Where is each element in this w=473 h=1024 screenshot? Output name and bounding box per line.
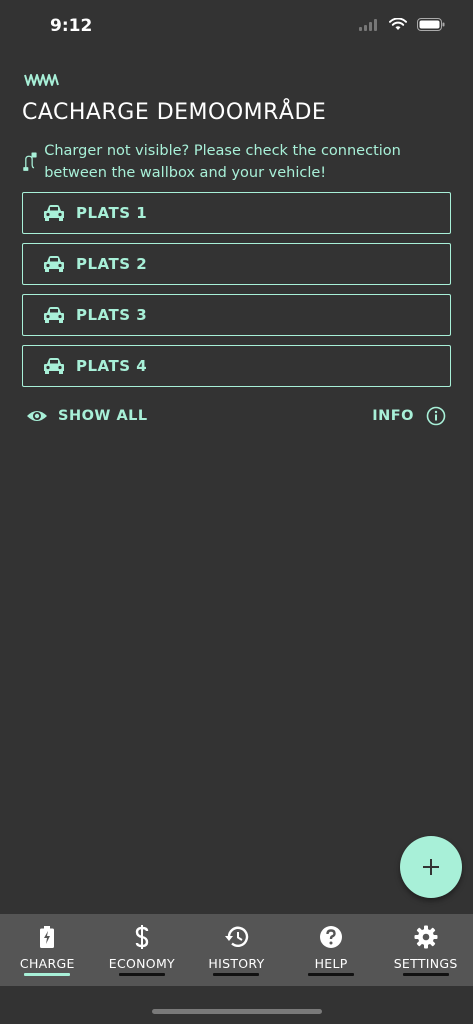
slot-list: PLATS 1 PLATS 2 PLATS 3 PLATS 4 — [22, 192, 451, 396]
slot-label: PLATS 2 — [76, 255, 148, 273]
car-icon — [44, 256, 64, 272]
tab-label: ECONOMY — [108, 956, 175, 971]
info-button[interactable]: INFO — [372, 406, 446, 426]
bottom-safe-area — [0, 986, 473, 1024]
car-icon — [44, 358, 64, 374]
add-button[interactable] — [400, 836, 462, 898]
slot-plats-3[interactable]: PLATS 3 — [22, 294, 451, 336]
slot-plats-4[interactable]: PLATS 4 — [22, 345, 451, 387]
tab-settings[interactable]: SETTINGS — [378, 914, 473, 986]
dollar-icon — [129, 924, 155, 950]
plus-icon — [423, 859, 439, 875]
tab-label: SETTINGS — [393, 956, 458, 971]
coil-logo-icon — [24, 72, 60, 92]
tab-indicator — [24, 973, 71, 976]
help-circle-icon — [318, 924, 344, 950]
status-bar: 9:12 — [0, 0, 473, 54]
slot-label: PLATS 3 — [76, 306, 148, 324]
wifi-icon — [389, 18, 407, 30]
info-label: INFO — [372, 408, 414, 424]
tab-bar: CHARGE ECONOMY HISTORY HELP SETTINGS — [0, 914, 473, 986]
tab-label: CHARGE — [19, 956, 75, 971]
history-icon — [223, 924, 249, 950]
slot-label: PLATS 4 — [76, 357, 148, 375]
notice-text: Charger not visible? Please check the co… — [44, 143, 401, 181]
eye-icon — [27, 411, 47, 421]
status-time: 9:12 — [50, 16, 93, 36]
battery-charging-icon — [34, 924, 60, 950]
cable-plug-icon — [23, 152, 37, 171]
tab-label: HISTORY — [208, 956, 265, 971]
signal-icon — [359, 18, 377, 31]
tab-indicator — [402, 973, 449, 976]
tab-history[interactable]: HISTORY — [189, 914, 284, 986]
tab-indicator — [308, 973, 355, 976]
tab-economy[interactable]: ECONOMY — [95, 914, 190, 986]
slot-plats-1[interactable]: PLATS 1 — [22, 192, 451, 234]
slot-plats-2[interactable]: PLATS 2 — [22, 243, 451, 285]
tab-label: HELP — [314, 956, 348, 971]
slot-label: PLATS 1 — [76, 204, 148, 222]
tab-indicator — [118, 973, 165, 976]
battery-icon — [417, 18, 445, 31]
tab-help[interactable]: HELP — [284, 914, 379, 986]
show-all-label: SHOW ALL — [58, 408, 148, 424]
car-icon — [44, 307, 64, 323]
show-all-button[interactable]: SHOW ALL — [26, 408, 148, 424]
tab-indicator — [213, 973, 260, 976]
page-title: CACHARGE DEMOOMRÅDE — [22, 100, 327, 125]
charger-notice: Charger not visible? Please check the co… — [22, 140, 452, 184]
actions-row: SHOW ALL INFO — [26, 404, 446, 428]
car-icon — [44, 205, 64, 221]
status-icons — [359, 18, 445, 31]
gear-icon — [413, 924, 439, 950]
tab-charge[interactable]: CHARGE — [0, 914, 95, 986]
home-indicator[interactable] — [152, 1009, 322, 1014]
info-circle-icon — [426, 406, 446, 426]
